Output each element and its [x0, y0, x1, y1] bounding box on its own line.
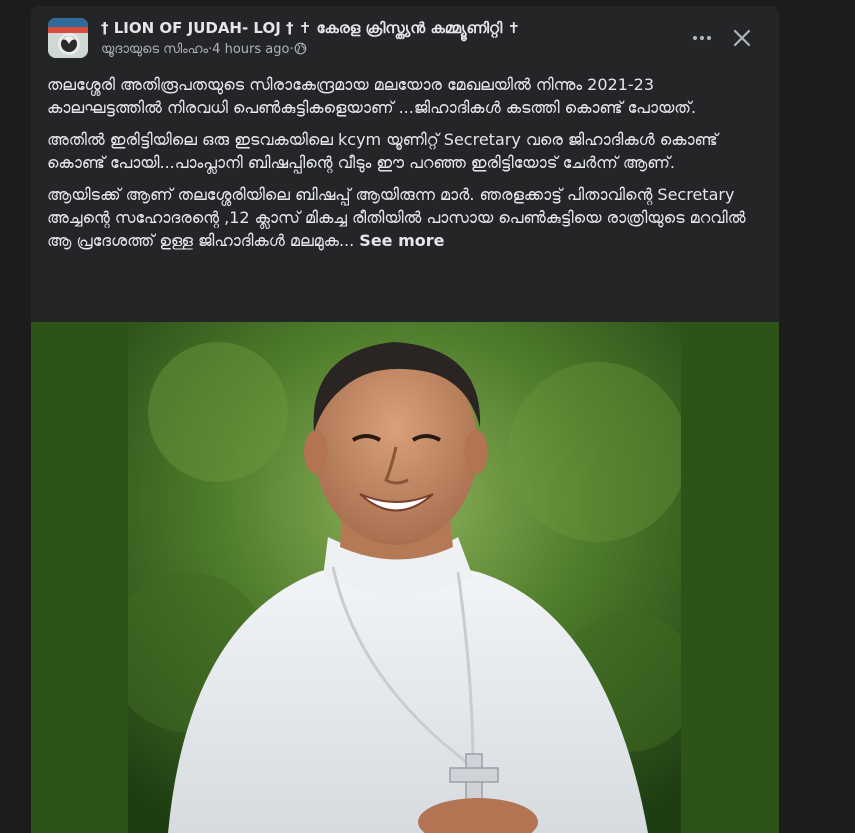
post-meta: യൂദായുടെ സിംഹം · 4 hours ago · — [101, 42, 307, 57]
close-icon — [733, 29, 751, 47]
post-paragraph-2: അതിൽ ഇരിട്ടിയിലെ ഒരു ഇടവകയിലെ kcym യൂണിറ… — [47, 130, 718, 172]
post-time-link[interactable]: 4 hours ago — [212, 42, 289, 57]
see-more-link[interactable]: See more — [359, 231, 444, 250]
post-paragraph-1: തലശ്ശേരി അതിരൂപതയുടെ സിരാകേന്ദ്രമായ മലയോ… — [47, 75, 697, 117]
page-name-link[interactable]: † LION OF JUDAH- LOJ † ✝ കേരള ക്രിസ്ത്യൻ… — [101, 19, 520, 37]
close-button[interactable] — [728, 24, 756, 52]
post-text: തലശ്ശേരി അതിരൂപതയുടെ സിരാകേന്ദ്രമായ മലയോ… — [47, 73, 767, 261]
sub-author-link[interactable]: യൂദായുടെ സിംഹം — [101, 42, 208, 57]
globe-icon — [294, 42, 307, 55]
post-card: † LION OF JUDAH- LOJ † ✝ കേരള ക്രിസ്ത്യൻ… — [31, 6, 779, 833]
post-header: † LION OF JUDAH- LOJ † ✝ കേരള ക്രിസ്ത്യൻ… — [31, 6, 779, 70]
page-avatar[interactable] — [48, 18, 88, 58]
more-horizontal-icon — [692, 35, 712, 41]
post-image-container[interactable] — [31, 322, 779, 833]
post-paragraph-3: ആയിടക്ക് ആണ് തലശ്ശേരിയിലെ ബിഷപ്പ് ആയിരുന… — [47, 183, 767, 252]
more-options-button[interactable] — [686, 24, 718, 52]
post-photo[interactable] — [128, 322, 681, 833]
